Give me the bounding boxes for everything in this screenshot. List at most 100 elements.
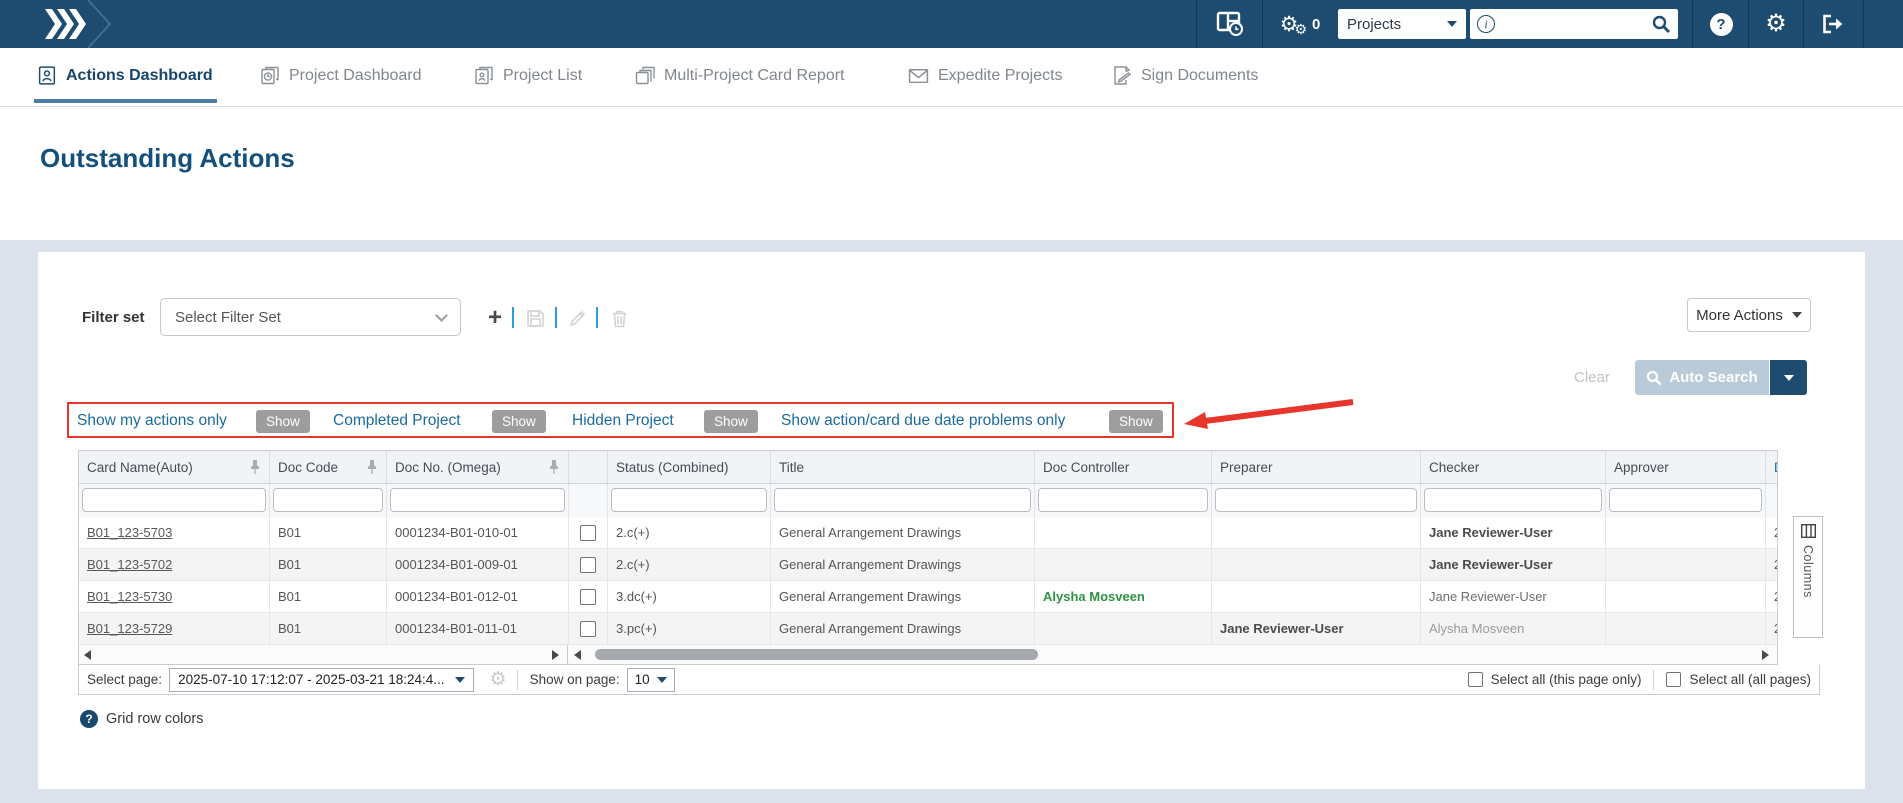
column-header-doc-code[interactable]: Doc Code [270, 451, 387, 483]
toolbar-divider [555, 307, 557, 328]
scope-select[interactable]: Projects [1338, 9, 1466, 39]
info-icon[interactable]: i [1477, 15, 1495, 33]
column-header-status[interactable]: Status (Combined) [608, 451, 771, 483]
tab-sign-documents[interactable]: Sign Documents [1108, 48, 1262, 103]
filter-cell-empty [569, 484, 608, 517]
column-filter-input[interactable] [1424, 488, 1602, 512]
column-header-title[interactable]: Title [771, 451, 1035, 483]
actions-grid: Card Name(Auto) Doc Code Doc No. (Omega)… [78, 450, 1823, 695]
auto-search-button[interactable]: Auto Search [1635, 360, 1769, 395]
quick-filter-hidden-project-show-button[interactable]: Show [704, 410, 758, 433]
quick-filter-due-date-problems-show-button[interactable]: Show [1109, 410, 1163, 433]
column-filter-input[interactable] [1215, 488, 1417, 512]
tab-project-dashboard[interactable]: Project Dashboard [256, 48, 426, 103]
quick-filter-my-actions-label[interactable]: Show my actions only [77, 412, 227, 430]
top-navigation-bar: ⚙ ⚙ 0 Projects i ? ⚙ [0, 0, 1903, 49]
tab-actions-dashboard[interactable]: Actions Dashboard [34, 48, 217, 103]
card-link[interactable]: B01_123-5703 [87, 525, 172, 540]
row-checkbox[interactable] [580, 588, 596, 605]
global-search-input[interactable] [1495, 16, 1651, 32]
column-filter-input[interactable] [611, 488, 767, 512]
table-row[interactable]: B01_123-5730 B01 0001234-B01-012-01 3.dc… [78, 581, 1778, 613]
column-header-preparer[interactable]: Preparer [1212, 451, 1421, 483]
quick-filter-completed-project-label[interactable]: Completed Project [333, 412, 461, 430]
select-all-all-pages-checkbox[interactable] [1666, 672, 1682, 687]
column-filter-input[interactable] [273, 488, 383, 512]
delete-filter-set-button[interactable] [606, 305, 632, 331]
tab-expedite-projects[interactable]: Expedite Projects [904, 48, 1067, 103]
quick-filter-completed-project-show-button[interactable]: Show [492, 410, 546, 433]
column-header-checker[interactable]: Checker [1421, 451, 1606, 483]
columns-scrollbar[interactable] [568, 645, 1777, 664]
quick-filter-my-actions-show-button[interactable]: Show [256, 410, 310, 433]
select-page-dropdown[interactable]: 2025-07-10 17:12:07 - 2025-03-21 18:24:4… [169, 667, 474, 692]
row-checkbox[interactable] [580, 556, 596, 573]
filter-set-select-value: Select Filter Set [175, 308, 281, 326]
row-checkbox[interactable] [580, 524, 596, 541]
column-filter-input[interactable] [82, 488, 266, 512]
gear-glyph: ⚙ [1765, 10, 1787, 37]
grid-row-colors-label: Grid row colors [106, 711, 204, 727]
tab-multi-project-card-report[interactable]: Multi-Project Card Report [631, 48, 849, 103]
clear-button[interactable]: Clear [1574, 369, 1610, 386]
project-list-icon [474, 65, 494, 86]
scroll-right-icon[interactable] [552, 650, 559, 660]
grid-filter-row [78, 484, 1778, 517]
grid-row-colors-help[interactable]: ? Grid row colors [80, 710, 204, 728]
scrollbar-thumb[interactable] [595, 649, 1038, 660]
project-dashboard-icon [260, 65, 280, 86]
column-filter-input[interactable] [1038, 488, 1208, 512]
column-header-due-date[interactable]: D [1766, 451, 1777, 483]
show-on-page-dropdown[interactable]: 10 [626, 667, 675, 692]
filter-set-select[interactable]: Select Filter Set [160, 298, 461, 336]
card-link[interactable]: B01_123-5729 [87, 621, 172, 636]
table-row[interactable]: B01_123-5703 B01 0001234-B01-010-01 2.c(… [78, 517, 1778, 549]
quick-filter-due-date-problems-label[interactable]: Show action/card due date problems only [781, 412, 1065, 430]
logo-chevron-decoration [86, 0, 126, 49]
auto-search-label: Auto Search [1669, 369, 1758, 386]
column-filter-input[interactable] [1609, 488, 1762, 512]
card-report-icon [635, 65, 655, 86]
topbar-divider [1863, 0, 1864, 48]
help-icon[interactable]: ? [1697, 0, 1745, 48]
topbar-divider [1748, 0, 1749, 48]
pin-icon[interactable] [366, 459, 378, 475]
column-filter-input[interactable] [390, 488, 565, 512]
scroll-left-icon[interactable] [84, 650, 91, 660]
select-all-this-page: Select all (this page only) [1467, 672, 1641, 687]
settings-gear-icon[interactable]: ⚙ [1752, 0, 1800, 48]
table-row[interactable]: B01_123-5729 B01 0001234-B01-011-01 3.pc… [78, 613, 1778, 645]
add-filter-set-button[interactable]: + [482, 305, 508, 331]
quick-filter-hidden-project-label[interactable]: Hidden Project [572, 412, 674, 430]
column-header-doc-no[interactable]: Doc No. (Omega) [387, 451, 569, 483]
scroll-left-icon[interactable] [574, 650, 581, 660]
table-row[interactable]: B01_123-5702 B01 0001234-B01-009-01 2.c(… [78, 549, 1778, 581]
column-header-card-name[interactable]: Card Name(Auto) [79, 451, 270, 483]
pin-icon[interactable] [249, 459, 261, 475]
save-filter-set-button[interactable] [522, 305, 548, 331]
column-header-approver[interactable]: Approver [1606, 451, 1766, 483]
select-all-this-page-checkbox[interactable] [1467, 672, 1483, 687]
card-link[interactable]: B01_123-5730 [87, 589, 172, 604]
scroll-right-icon[interactable] [1762, 650, 1769, 660]
report-windows-icon[interactable] [1204, 0, 1256, 48]
column-filter-input[interactable] [774, 488, 1031, 512]
columns-flyout-tab[interactable]: Columns [1793, 516, 1823, 638]
auto-search-dropdown-button[interactable] [1770, 360, 1807, 395]
workflows-gears-icon[interactable]: ⚙ ⚙ 0 [1268, 0, 1332, 48]
search-icon [1647, 370, 1662, 385]
edit-filter-set-button[interactable] [565, 305, 591, 331]
card-link[interactable]: B01_123-5702 [87, 557, 172, 572]
more-actions-button[interactable]: More Actions [1687, 298, 1811, 332]
pin-icon[interactable] [548, 459, 560, 475]
row-checkbox[interactable] [580, 620, 596, 637]
column-header-doc-controller[interactable]: Doc Controller [1035, 451, 1212, 483]
logout-icon[interactable] [1808, 0, 1858, 48]
grid-footer: Select page: 2025-07-10 17:12:07 - 2025-… [78, 665, 1820, 695]
app-logo-icon[interactable] [44, 9, 90, 44]
page-settings-gear-icon[interactable]: ⚙ [490, 668, 507, 691]
chevron-down-icon [1447, 21, 1457, 27]
frozen-columns-scrollbar[interactable] [79, 645, 568, 664]
search-icon[interactable] [1651, 14, 1671, 34]
tab-project-list[interactable]: Project List [470, 48, 586, 103]
